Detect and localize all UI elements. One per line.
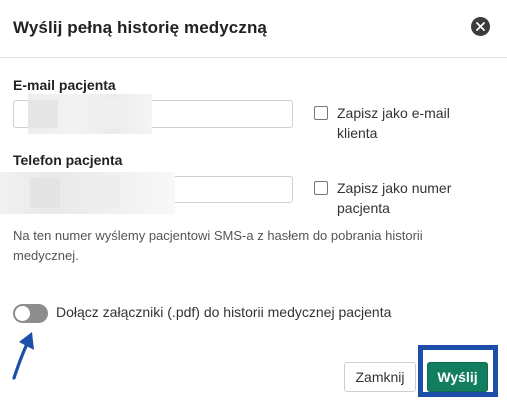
attachments-toggle-label: Dołącz załączniki (.pdf) do historii med… [56, 304, 392, 320]
close-button[interactable] [471, 17, 490, 36]
save-email-checkbox-label: Zapisz jako e-mail klienta [337, 105, 450, 141]
arrow-pointer-icon [12, 332, 34, 380]
close-icon [476, 22, 485, 31]
dialog-title: Wyślij pełną historię medyczną [13, 18, 267, 37]
phone-help-text: Na ten numer wyślemy pacjentowi SMS-a z … [13, 228, 423, 263]
save-phone-checkbox-label: Zapisz jako numer pacjenta [337, 180, 452, 216]
save-phone-checkbox-row[interactable]: Zapisz jako numer pacjenta [314, 180, 467, 218]
attachments-toggle[interactable] [13, 304, 48, 323]
save-email-checkbox-row[interactable]: Zapisz jako e-mail klienta [314, 105, 467, 143]
send-button[interactable]: Wyślij [427, 362, 488, 392]
phone-label: Telefon pacjenta [13, 152, 123, 168]
save-email-checkbox[interactable] [314, 106, 328, 120]
dialog-header: Wyślij pełną historię medyczną [0, 0, 507, 58]
email-field[interactable] [13, 100, 293, 128]
toggle-knob [15, 306, 30, 321]
save-phone-checkbox[interactable] [314, 181, 328, 195]
phone-field[interactable] [13, 176, 293, 203]
send-medical-history-dialog: Wyślij pełną historię medyczną E-mail pa… [0, 0, 507, 403]
cancel-button[interactable]: Zamknij [344, 362, 416, 392]
email-label: E-mail pacjenta [13, 77, 116, 93]
